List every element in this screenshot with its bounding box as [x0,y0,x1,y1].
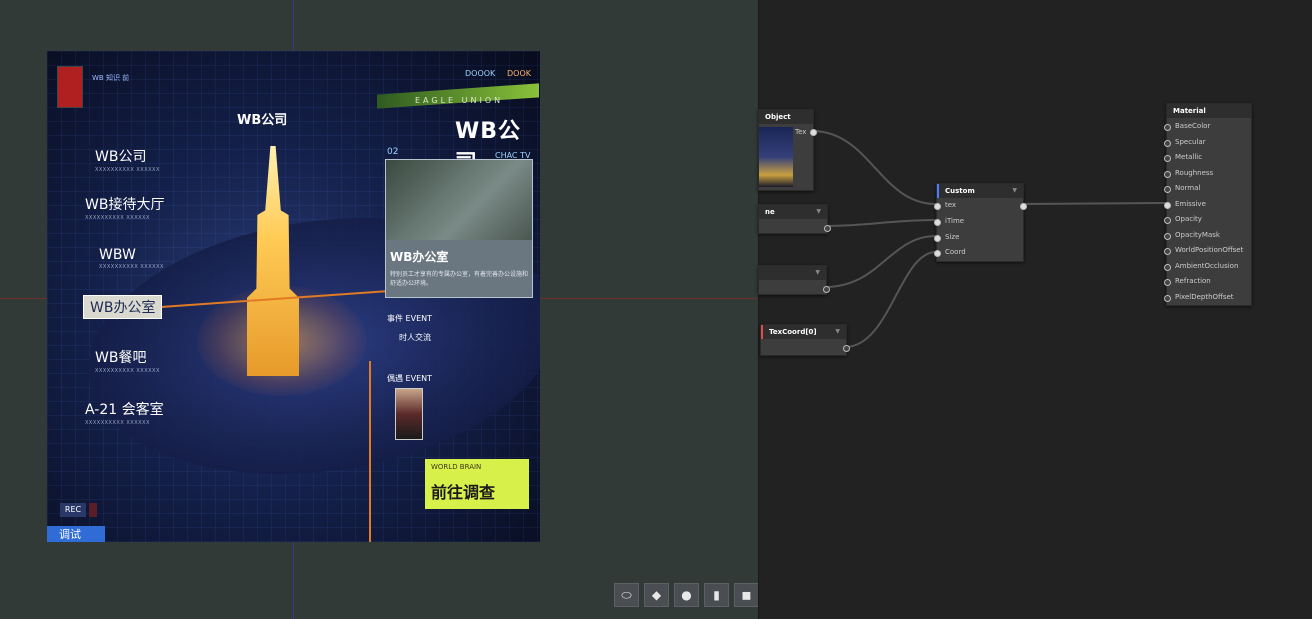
preview-shape-toolbar: ⬭ ◆ ● ▮ ◼ [614,583,758,607]
investigate-button-label: 前往调查 [431,483,496,502]
rec-badge: REC [60,503,86,517]
material-input-normal: Normal [1175,184,1201,192]
material-pin-opacitymask[interactable] [1164,233,1171,240]
panel-desc: 特别员工才享有的专属办公室，有着完善办公设施和舒适办公环境。 [390,271,529,287]
material-pin-opacity[interactable] [1164,217,1171,224]
material-pin-normal[interactable] [1164,186,1171,193]
panel-divider[interactable] [758,0,759,619]
custom-input-pin-coord[interactable] [934,250,941,257]
texcoord-node-title: TexCoord[0] ▼ [761,325,846,339]
size-output-pin[interactable] [823,286,830,293]
time-node[interactable]: ne ▼ [758,204,831,234]
material-pin-emissive[interactable] [1164,202,1171,209]
menu-item-wb-company[interactable]: WB公司 XXXXXXXXXX XXXXXX [95,146,160,173]
rec-dot [89,503,97,517]
corner-logo [57,66,83,108]
custom-node-title: Custom ▼ [937,184,1023,198]
cylinder-view-icon[interactable]: ▮ [704,583,729,607]
eng-banner: EAGLE UNION [415,96,504,105]
size-node-title: ▼ [759,266,826,280]
event-2-label[interactable]: 偶遇 EVENT [387,373,432,384]
sphere-view-icon[interactable]: ● [674,583,699,607]
custom-input-itime: iTime [945,217,965,225]
menu-item-meeting-room[interactable]: A-21 会客室 XXXXXXXXXX XXXXXX [85,399,164,426]
menu-item-office[interactable]: WB办公室 [83,295,163,319]
material-input-opacity: Opacity [1175,215,1202,223]
material-input-pixeldepthoffset: PixelDepthOffset [1175,293,1234,301]
material-node[interactable]: Material BaseColor Specular Metallic Rou… [1164,103,1252,306]
custom-input-pin-tex[interactable] [934,203,941,210]
top-title: WB公司 [237,113,288,128]
event-1-label[interactable]: 事件 EVENT [387,313,432,324]
material-preview-plane[interactable]: WB 知识 前 WB公司 WB公司 XXXXXXXXXX XXXXXX WB接待大… [47,51,540,542]
brand-left: DOOOK [465,69,496,78]
texcoord-node[interactable]: TexCoord[0] ▼ [760,324,850,356]
time-node-title: ne ▼ [759,205,827,219]
material-pin-pixeldepthoffset[interactable] [1164,295,1171,302]
tex-output-pin[interactable] [810,129,817,136]
material-input-basecolor: BaseColor [1175,122,1211,130]
material-input-roughness: Roughness [1175,169,1214,177]
panel-number: 02 [387,147,399,157]
plane-view-icon[interactable]: ◆ [644,583,669,607]
custom-input-coord: Coord [945,248,966,256]
material-node-title: Material [1167,104,1251,118]
material-input-refraction: Refraction [1175,277,1211,285]
size-node[interactable]: ▼ [758,265,830,295]
viewport-3d[interactable]: WB 知识 前 WB公司 WB公司 XXXXXXXXXX XXXXXX WB接待大… [0,0,758,619]
menu-item-bar[interactable]: WB餐吧 XXXXXXXXXX XXXXXX [95,347,160,374]
brand-right: DOOK [507,69,531,78]
material-input-emissive: Emissive [1175,200,1206,208]
panel-title: WB办公室 [390,250,449,264]
panel-image [386,160,532,240]
info-panel[interactable]: WB办公室 特别员工才享有的专属办公室，有着完善办公设施和舒适办公环境。 [385,159,533,298]
material-input-metallic: Metallic [1175,153,1203,161]
tex-output-label: Tex [795,128,807,136]
cube-view-icon[interactable]: ◼ [734,583,758,607]
material-pin-specular[interactable] [1164,140,1171,147]
custom-input-pin-size[interactable] [934,235,941,242]
material-pin-worldpositionoffset[interactable] [1164,248,1171,255]
investigate-button[interactable]: WORLD BRAIN 前往调查 [425,459,529,509]
menu-item-wbw[interactable]: WBW XXXXXXXXXX XXXXXX [99,247,164,270]
custom-node[interactable]: Custom ▼ tex iTime Size Coord [934,183,1027,262]
menu-item-reception[interactable]: WB接待大厅 XXXXXXXXXX XXXXXX [85,194,164,221]
custom-output-pin[interactable] [1020,203,1027,210]
material-pin-basecolor[interactable] [1164,124,1171,131]
debug-button[interactable]: 调试 [47,526,105,542]
material-input-worldpositionoffset: WorldPositionOffset [1175,246,1244,254]
material-pin-metallic[interactable] [1164,155,1171,162]
investigate-button-sub: WORLD BRAIN [431,463,482,471]
event-1-sub: 时人交流 [399,333,431,342]
material-input-specular: Specular [1175,138,1206,146]
material-pin-roughness[interactable] [1164,171,1171,178]
custom-input-pin-itime[interactable] [934,219,941,226]
custom-input-size: Size [945,233,960,241]
texcoord-output-pin[interactable] [843,345,850,352]
custom-input-tex: tex [945,201,957,209]
top-tag: WB 知识 前 [92,74,130,82]
time-output-pin[interactable] [824,225,831,232]
material-input-opacitymask: OpacityMask [1175,231,1220,239]
texture-object-title: Object [759,110,813,124]
material-input-ambientocclusion: AmbientOcclusion [1175,262,1239,270]
texture-thumbnail [759,127,793,187]
material-pin-ambientocclusion[interactable] [1164,264,1171,271]
texture-object-node[interactable]: Object Tex [758,109,817,191]
custom-view-icon[interactable]: ⬭ [614,583,639,607]
character-portrait [395,388,423,440]
route-line-vertical [369,361,371,542]
material-pin-refraction[interactable] [1164,279,1171,286]
